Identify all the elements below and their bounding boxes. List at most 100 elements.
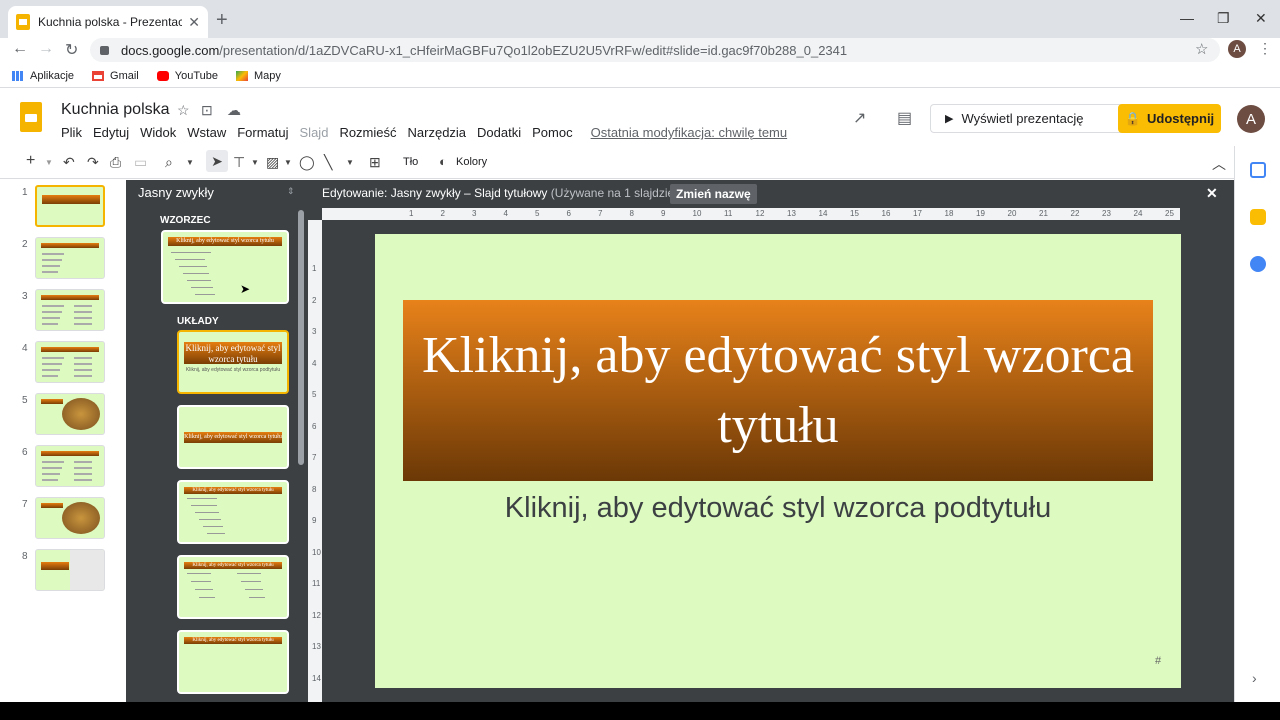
filmstrip-slide-thumbnail[interactable] bbox=[35, 497, 105, 539]
colors-button[interactable]: Kolory bbox=[456, 156, 487, 168]
paint-format-icon[interactable]: ▭ bbox=[134, 154, 147, 171]
menu-tools[interactable]: Narzędzia bbox=[408, 125, 467, 140]
image-icon[interactable]: ▨ bbox=[266, 154, 279, 171]
undo-icon[interactable]: ↶ bbox=[63, 154, 75, 171]
filmstrip-slide-thumbnail[interactable] bbox=[35, 237, 105, 279]
new-slide-icon[interactable]: + bbox=[26, 152, 35, 170]
layout-thumb-title: Kliknij, aby edytować styl wzorca tytułu bbox=[184, 342, 282, 364]
bookmark-apps[interactable]: Aplikacje bbox=[12, 70, 74, 82]
thumbnail-shape bbox=[62, 502, 100, 534]
text-box-dropdown-icon[interactable]: ▼ bbox=[251, 158, 259, 167]
share-button[interactable]: 🔒 Udostępnij bbox=[1118, 104, 1221, 133]
document-title[interactable]: Kuchnia polska bbox=[61, 101, 170, 119]
layout-title-slide-thumbnail[interactable]: Kliknij, aby edytować styl wzorca tytułu… bbox=[177, 330, 289, 394]
layout-section-thumbnail[interactable]: Kliknij, aby edytować styl wzorca tytułu bbox=[177, 405, 289, 469]
keep-icon[interactable] bbox=[1250, 209, 1266, 225]
expand-panel-icon[interactable]: › bbox=[1252, 670, 1257, 686]
menu-insert[interactable]: Wstaw bbox=[187, 125, 226, 140]
line-dropdown-icon[interactable]: ▼ bbox=[346, 158, 354, 167]
slide-number-placeholder[interactable]: # bbox=[1155, 655, 1161, 667]
master-thumbnail[interactable]: Kliknij, aby edytować styl wzorca tytułu bbox=[161, 230, 289, 304]
new-slide-dropdown-icon[interactable]: ▼ bbox=[45, 158, 53, 167]
menu-view[interactable]: Widok bbox=[140, 125, 176, 140]
background-button[interactable]: Tło bbox=[403, 156, 418, 168]
bookmark-star-icon[interactable]: ☆ bbox=[1195, 40, 1208, 58]
calendar-icon[interactable] bbox=[1250, 162, 1266, 178]
layout-two-columns-thumbnail[interactable]: Kliknij, aby edytować styl wzorca tytułu bbox=[177, 555, 289, 619]
tasks-icon[interactable] bbox=[1250, 256, 1266, 272]
activity-trend-icon[interactable]: ↗ bbox=[853, 108, 866, 128]
select-pointer-icon[interactable]: ➤ bbox=[206, 150, 228, 172]
restore-icon[interactable]: ❐ bbox=[1217, 10, 1230, 27]
filmstrip-slide-thumbnail[interactable] bbox=[35, 289, 105, 331]
account-avatar[interactable]: A bbox=[1237, 105, 1265, 133]
thumbnail-shape bbox=[74, 305, 92, 307]
ruler-tick-label: 11 bbox=[724, 209, 733, 218]
zoom-icon[interactable]: ⌕ bbox=[165, 154, 173, 171]
filmstrip-slide-thumbnail[interactable] bbox=[35, 445, 105, 487]
redo-icon[interactable]: ↷ bbox=[87, 154, 99, 171]
ruler-tick-label: 6 bbox=[312, 421, 317, 431]
zoom-dropdown-icon[interactable]: ▼ bbox=[186, 158, 194, 167]
menu-format[interactable]: Formatuj bbox=[237, 125, 288, 140]
ruler-tick-label: 16 bbox=[881, 209, 891, 218]
title-placeholder[interactable]: Kliknij, aby edytować styl wzorca tytułu bbox=[403, 300, 1153, 481]
bookmark-maps[interactable]: Mapy bbox=[236, 70, 281, 82]
close-editor-icon[interactable]: ✕ bbox=[1206, 185, 1218, 202]
back-icon[interactable]: ← bbox=[12, 40, 28, 58]
menu-arrange[interactable]: Rozmieść bbox=[339, 125, 396, 140]
subtitle-placeholder[interactable]: Kliknij, aby edytować styl wzorca podtyt… bbox=[375, 492, 1181, 525]
master-thumb-title: Kliknij, aby edytować styl wzorca tytułu bbox=[168, 237, 282, 246]
browser-menu-icon[interactable]: ⋮ bbox=[1258, 40, 1272, 57]
bookmark-gmail[interactable]: Gmail bbox=[92, 70, 139, 82]
menu-addons[interactable]: Dodatki bbox=[477, 125, 521, 140]
rename-button[interactable]: Zmień nazwę bbox=[670, 184, 757, 204]
menu-help[interactable]: Pomoc bbox=[532, 125, 572, 140]
thumbnail-shape bbox=[74, 461, 92, 463]
browser-tab[interactable]: Kuchnia polska - Prezentacje Goo ✕ bbox=[8, 6, 208, 38]
forward-icon[interactable]: → bbox=[38, 40, 54, 58]
reload-icon[interactable]: ↻ bbox=[65, 40, 78, 60]
layouts-scrollbar[interactable] bbox=[298, 210, 304, 465]
minimize-icon[interactable]: — bbox=[1180, 10, 1194, 26]
filmstrip-slide-thumbnail[interactable] bbox=[35, 549, 105, 591]
bookmark-youtube[interactable]: YouTube bbox=[156, 70, 218, 82]
menu-edit[interactable]: Edytuj bbox=[93, 125, 129, 140]
filmstrip-slide-thumbnail[interactable] bbox=[35, 185, 105, 227]
close-window-icon[interactable]: ✕ bbox=[1255, 10, 1267, 27]
print-icon[interactable]: ⎙ bbox=[110, 154, 121, 171]
ruler-tick-label: 18 bbox=[944, 209, 954, 218]
ruler-tick-label: 13 bbox=[312, 642, 321, 651]
comments-icon[interactable]: ▤ bbox=[897, 108, 912, 128]
last-edit-link[interactable]: Ostatnia modyfikacja: chwilę temu bbox=[591, 125, 788, 140]
image-dropdown-icon[interactable]: ▼ bbox=[284, 158, 292, 167]
theme-name[interactable]: Jasny zwykły bbox=[138, 185, 214, 200]
shape-icon[interactable]: ◯ bbox=[299, 154, 315, 171]
new-tab-icon[interactable]: + bbox=[216, 9, 228, 32]
palette-icon[interactable]: ◐ bbox=[439, 154, 447, 169]
filmstrip-slide-thumbnail[interactable] bbox=[35, 341, 105, 383]
slides-logo-icon[interactable] bbox=[20, 102, 42, 132]
line-icon[interactable]: ╲ bbox=[324, 154, 332, 171]
layout-title-body-thumbnail[interactable]: Kliknij, aby edytować styl wzorca tytułu bbox=[177, 480, 289, 544]
horizontal-ruler[interactable]: 1 2 3 4 5 6 7 8 9 10 11 12 13 14 15 16 17 18 19 20 21 22 23 24 2… bbox=[322, 208, 1180, 220]
url-input[interactable]: docs.google.com/presentation/d/1aZDVCaRU… bbox=[90, 38, 1220, 62]
theme-sort-icon[interactable]: ⇕ bbox=[287, 186, 295, 197]
star-icon[interactable]: ☆ bbox=[177, 102, 190, 119]
filmstrip-slide-number: 1 bbox=[22, 187, 28, 198]
insert-comment-icon[interactable]: ⊞ bbox=[369, 154, 381, 171]
present-button[interactable]: ▶ Wyświetl prezentację ▼ bbox=[930, 104, 1139, 133]
filmstrip-slide-thumbnail[interactable] bbox=[35, 393, 105, 435]
menu-slide[interactable]: Slajd bbox=[300, 125, 329, 140]
ruler-tick-label: 2 bbox=[440, 209, 445, 218]
layout-title-only-thumbnail[interactable]: Kliknij, aby edytować styl wzorca tytułu bbox=[177, 630, 289, 694]
move-folder-icon[interactable]: ⊡ bbox=[201, 102, 213, 119]
slide-canvas[interactable]: Kliknij, aby edytować styl wzorca tytułu… bbox=[375, 234, 1181, 688]
collapse-toolbar-icon[interactable]: ︿ bbox=[1212, 154, 1226, 174]
close-tab-icon[interactable]: ✕ bbox=[188, 14, 200, 31]
browser-avatar[interactable]: A bbox=[1228, 40, 1246, 58]
vertical-ruler[interactable]: 1 2 3 4 5 6 7 8 9 10 11 12 13 14 bbox=[308, 220, 322, 702]
ruler-tick-label: 19 bbox=[976, 209, 985, 218]
text-box-icon[interactable]: ⊤ bbox=[233, 154, 245, 171]
menu-file[interactable]: Plik bbox=[61, 125, 82, 140]
